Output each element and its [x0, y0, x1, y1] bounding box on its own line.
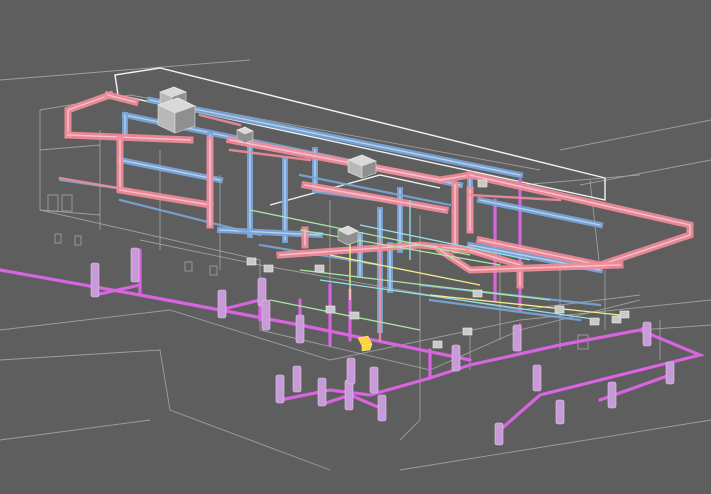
return-duct-mains: [116, 96, 604, 333]
rooftop-unit-2: [347, 154, 377, 179]
mep-3d-model: [0, 59, 711, 471]
vav-box-2: [337, 225, 359, 246]
model-viewport[interactable]: [0, 0, 711, 494]
duct-edge-highlight: [119, 159, 221, 181]
supply-duct-system: [58, 90, 694, 342]
air-handling-unit: [157, 97, 196, 134]
duct-edge-highlight: [304, 184, 446, 211]
